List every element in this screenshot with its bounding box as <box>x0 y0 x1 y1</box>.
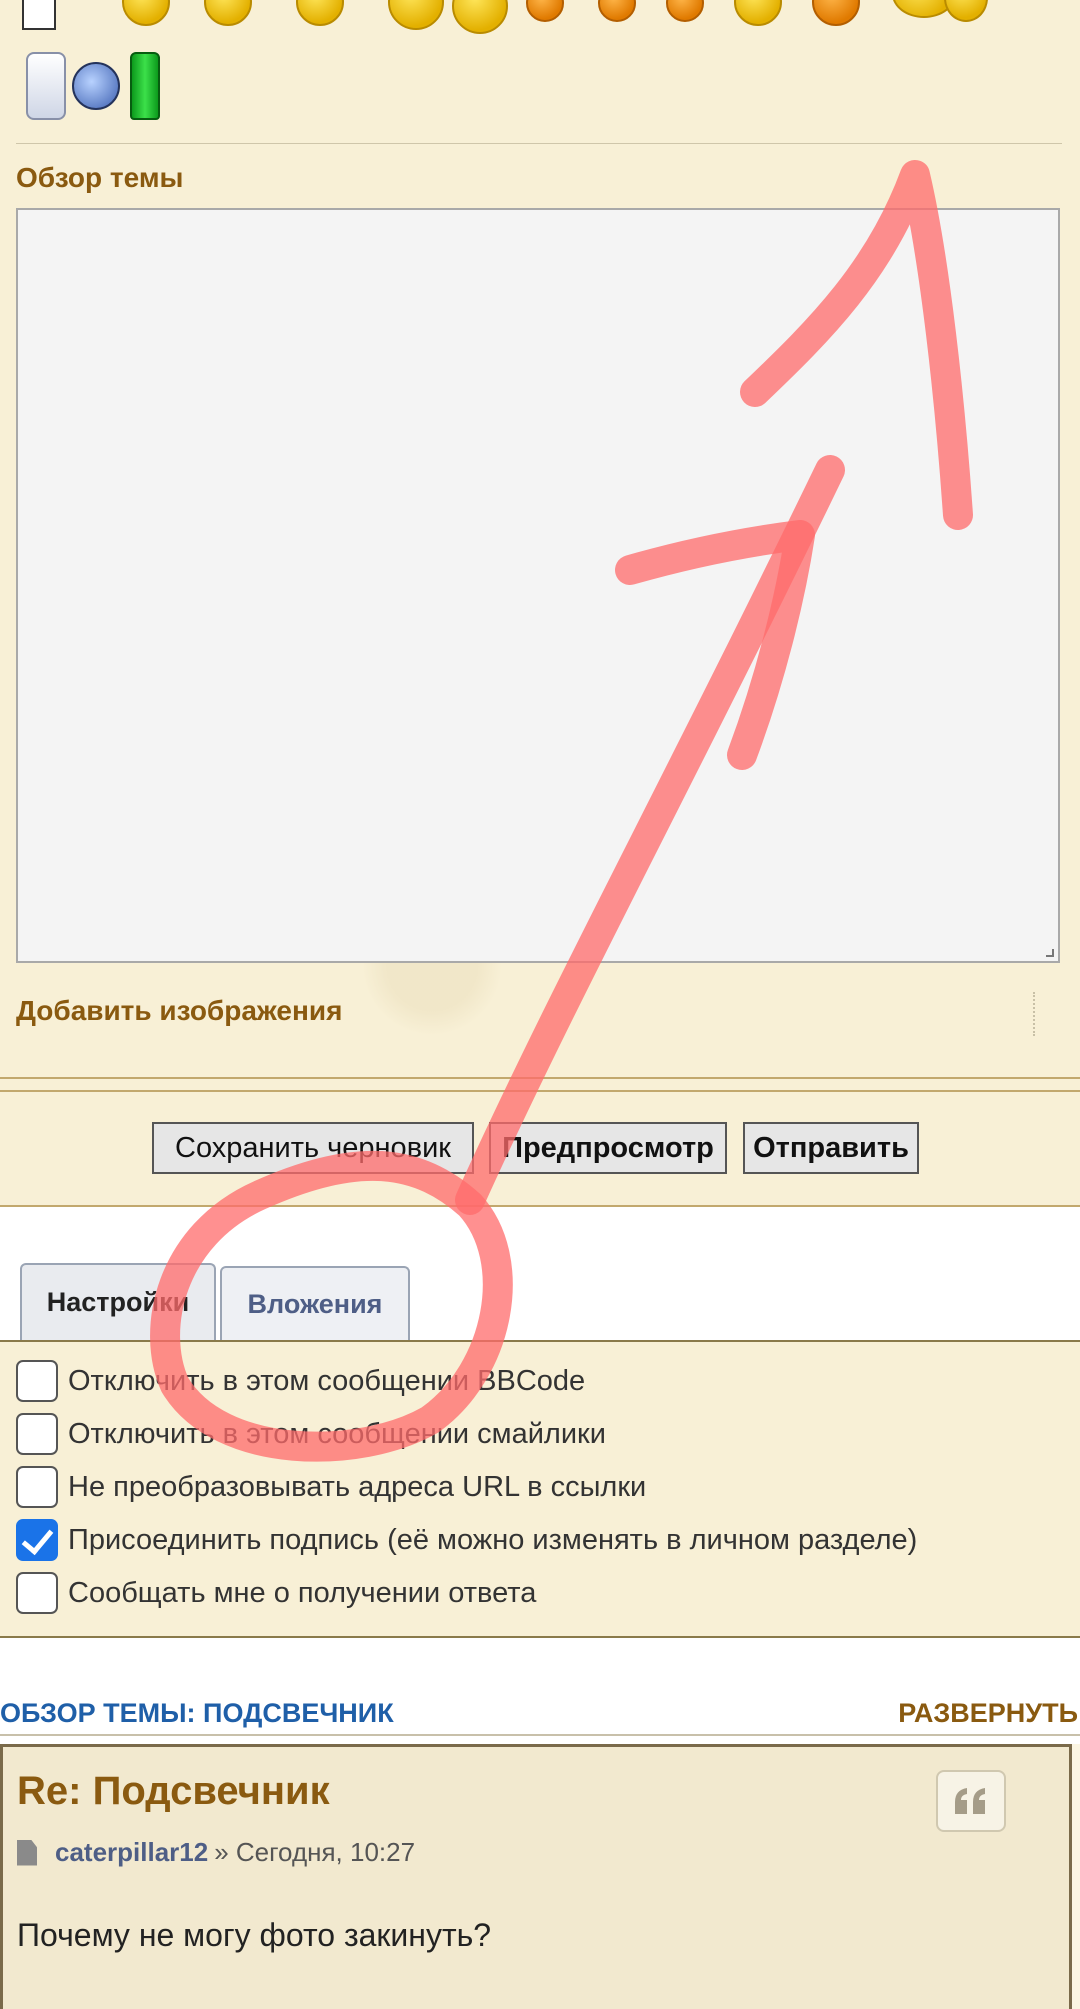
post-title[interactable]: Re: Подсвечник <box>17 1769 330 1814</box>
post-author[interactable]: caterpillar12 <box>55 1837 208 1868</box>
option-label: Отключить в этом сообщении BBCode <box>68 1364 586 1397</box>
quote-icon <box>955 1788 985 1814</box>
divider <box>16 143 1062 144</box>
message-textarea[interactable] <box>16 208 1060 963</box>
option-disable-bbcode[interactable]: Отключить в этом сообщении BBCode <box>16 1358 585 1404</box>
option-label: Отключить в этом сообщении смайлики <box>68 1417 606 1450</box>
spacer <box>0 1736 1080 1744</box>
smiley-icon[interactable] <box>204 0 252 26</box>
document-icon[interactable] <box>22 0 56 30</box>
smiley-icon[interactable] <box>388 0 444 30</box>
option-no-url-links[interactable]: Не преобразовывать адреса URL в ссылки <box>16 1464 646 1510</box>
post: Re: Подсвечник caterpillar12 » Сегодня, … <box>0 1744 1072 2009</box>
post-date: » Сегодня, 10:27 <box>214 1837 416 1867</box>
option-attach-signature[interactable]: Присоединить подпись (её можно изменять … <box>16 1517 917 1563</box>
option-label: Присоединить подпись (её можно изменять … <box>68 1523 918 1556</box>
save-draft-button[interactable]: Сохранить черновик <box>152 1122 474 1174</box>
divider <box>0 1090 1080 1092</box>
option-label: Сообщать мне о получении ответа <box>68 1576 537 1609</box>
option-notify-reply[interactable]: Сообщать мне о получении ответа <box>16 1570 536 1616</box>
bottle-icon[interactable] <box>130 52 160 120</box>
submit-button[interactable]: Отправить <box>743 1122 919 1174</box>
file-icon <box>17 1839 37 1866</box>
smiley-icon[interactable] <box>666 0 704 22</box>
topic-review-label: Обзор темы <box>16 162 184 193</box>
heart-smiley-icon[interactable] <box>812 0 860 26</box>
resize-handle-icon[interactable] <box>1046 949 1054 957</box>
option-label: Не преобразовывать адреса URL в ссылки <box>68 1470 647 1503</box>
preview-button[interactable]: Предпросмотр <box>489 1122 727 1174</box>
checkbox[interactable] <box>16 1466 58 1508</box>
options-panel: Отключить в этом сообщении BBCode Отключ… <box>0 1340 1080 1638</box>
add-images-label[interactable]: Добавить изображения <box>16 995 342 1027</box>
expand-link[interactable]: РАЗВЕРНУТЬ <box>898 1698 1078 1729</box>
sad-smiley-icon[interactable] <box>296 0 344 26</box>
topic-review-bar: ОБЗОР ТЕМЫ: ПОДСВЕЧНИК РАЗВЕРНУТЬ <box>0 1690 1080 1736</box>
tab-attachments[interactable]: Вложения <box>220 1266 410 1340</box>
smiley-icon[interactable] <box>526 0 564 22</box>
blue-face-icon[interactable] <box>72 62 120 110</box>
post-meta: caterpillar12 » Сегодня, 10:27 <box>17 1837 415 1868</box>
tab-settings[interactable]: Настройки <box>20 1263 216 1340</box>
spacer <box>0 1638 1080 1690</box>
checkbox-checked[interactable] <box>16 1519 58 1561</box>
post-body: Почему не могу фото закинуть? <box>17 1917 492 1953</box>
quote-button[interactable] <box>936 1770 1006 1832</box>
checkbox[interactable] <box>16 1413 58 1455</box>
checkbox[interactable] <box>16 1572 58 1614</box>
smiley-icon[interactable] <box>452 0 508 34</box>
smiley-icon[interactable] <box>598 0 636 22</box>
smiley-icon[interactable] <box>734 0 782 26</box>
ghost-icon[interactable] <box>26 52 66 120</box>
divider <box>1033 992 1037 1036</box>
checkbox[interactable] <box>16 1360 58 1402</box>
topic-review-title: ОБЗОР ТЕМЫ: ПОДСВЕЧНИК <box>0 1698 394 1728</box>
option-disable-smilies[interactable]: Отключить в этом сообщении смайлики <box>16 1411 606 1457</box>
smiley-icon[interactable] <box>122 0 170 26</box>
smiley-toolbar <box>0 0 1080 150</box>
smiley-icon[interactable] <box>944 0 988 22</box>
divider <box>0 1077 1080 1079</box>
